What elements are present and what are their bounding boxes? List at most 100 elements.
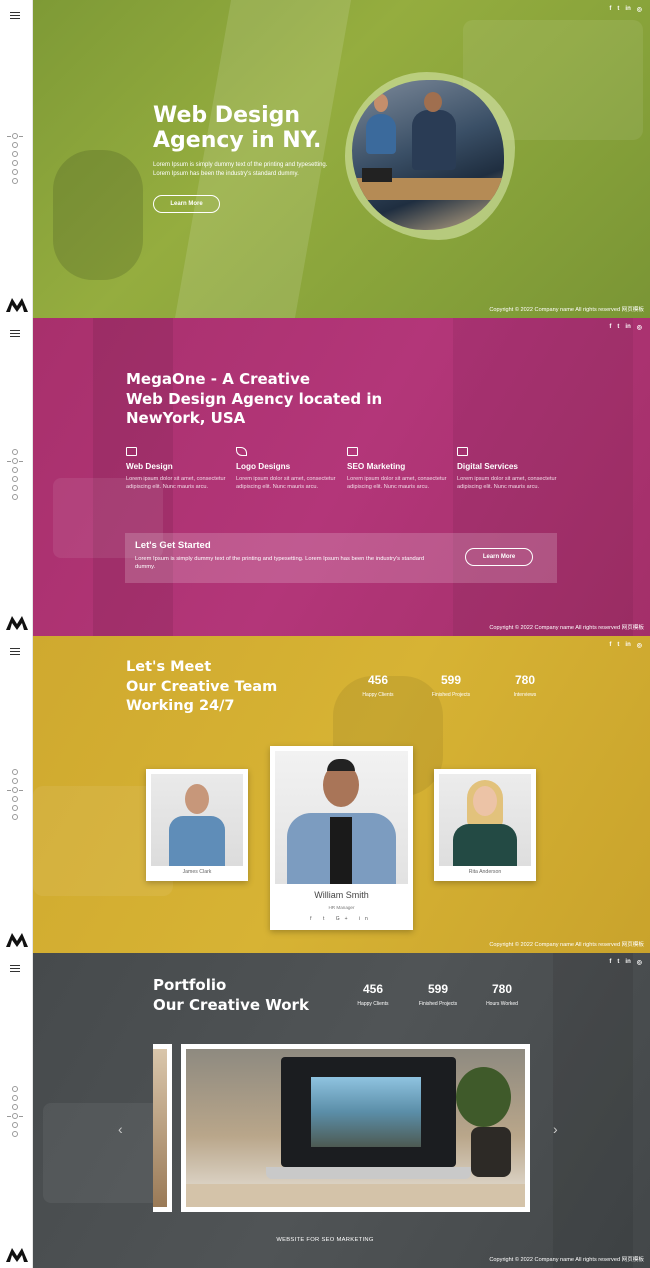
facebook-icon[interactable]: f — [609, 959, 611, 966]
service-digital-services: Digital Services Lorem ipsum dolor sit a… — [457, 447, 562, 491]
pagination-dot[interactable] — [12, 467, 18, 473]
social-links: f t in ◎ — [609, 959, 642, 966]
pagination-dot[interactable] — [12, 151, 18, 157]
pagination-dot[interactable] — [12, 142, 18, 148]
stat-label: Finished Projects — [418, 1001, 458, 1007]
learn-more-button[interactable]: Learn More — [465, 548, 533, 566]
instagram-icon[interactable]: ◎ — [637, 6, 642, 13]
learn-more-button[interactable]: Learn More — [153, 195, 220, 213]
prev-arrow-icon[interactable]: ‹ — [118, 1121, 123, 1137]
section-pagination — [7, 1083, 24, 1140]
pagination-dot[interactable] — [12, 1131, 18, 1137]
hero-section: f t in ◎ Web Design Agency in NY. Lorem … — [0, 0, 650, 318]
stat-label: Interviews — [513, 692, 537, 698]
instagram-icon[interactable]: ◎ — [637, 324, 642, 331]
service-seo-marketing: SEO Marketing Lorem ipsum dolor sit amet… — [347, 447, 452, 491]
linkedin-icon[interactable]: in — [625, 324, 630, 331]
linkedin-icon[interactable]: in — [625, 959, 630, 966]
copyright: Copyright © 2022 Company name All rights… — [489, 1257, 644, 1263]
team-photo — [352, 80, 504, 230]
pagination-dot[interactable] — [12, 178, 18, 184]
facebook-icon[interactable]: f — [609, 642, 611, 649]
social-links: f t in ◎ — [609, 324, 642, 331]
social-links: f t in ◎ — [609, 642, 642, 649]
brand-logo[interactable] — [6, 298, 28, 312]
portfolio-section: f t in ◎ Portfolio Our Creative Work 456… — [0, 953, 650, 1268]
service-logo-designs: Logo Designs Lorem ipsum dolor sit amet,… — [236, 447, 341, 491]
hero-text: Lorem Ipsum is simply dummy text of the … — [153, 162, 328, 177]
chat-icon — [457, 447, 468, 456]
laptop-icon — [126, 447, 137, 456]
pagination-dot[interactable] — [12, 796, 18, 802]
team-member-card[interactable]: Rita Anderson — [434, 769, 536, 881]
hero-background — [33, 0, 650, 318]
copyright: Copyright © 2022 Company name All rights… — [489, 942, 644, 948]
menu-icon[interactable] — [10, 330, 20, 337]
pen-icon — [236, 447, 247, 456]
portfolio-slide-prev[interactable] — [153, 1044, 172, 1212]
team-title: Let's Meet Our Creative Team Working 24/… — [126, 659, 278, 714]
member-social-icons[interactable]: f t G+ in — [270, 916, 413, 922]
pagination-dot[interactable] — [7, 133, 23, 139]
about-section: f t in ◎ MegaOne - A Creative Web Design… — [0, 318, 650, 636]
team-member-card[interactable]: James Clark — [146, 769, 248, 881]
pagination-dot[interactable] — [12, 160, 18, 166]
linkedin-icon[interactable]: in — [625, 6, 630, 13]
pagination-dot[interactable] — [7, 787, 23, 793]
section-pagination — [7, 766, 24, 823]
pagination-dot[interactable] — [12, 1122, 18, 1128]
twitter-icon[interactable]: t — [617, 642, 619, 649]
stat-value: 780 — [514, 673, 536, 687]
instagram-icon[interactable]: ◎ — [637, 642, 642, 649]
megaphone-icon — [347, 447, 358, 456]
twitter-icon[interactable]: t — [617, 324, 619, 331]
team-section: f t in ◎ Let's Meet Our Creative Team Wo… — [0, 636, 650, 953]
stat-value: 780 — [491, 982, 513, 996]
social-links: f t in ◎ — [609, 6, 642, 13]
service-web-design: Web Design Lorem ipsum dolor sit amet, c… — [126, 447, 231, 491]
section-pagination — [7, 446, 24, 503]
pagination-dot[interactable] — [12, 1095, 18, 1101]
member-photo — [439, 774, 531, 866]
pagination-dot[interactable] — [12, 1104, 18, 1110]
team-member-card-featured[interactable]: William Smith HR Manager f t G+ in — [270, 746, 413, 930]
pagination-dot[interactable] — [12, 805, 18, 811]
menu-icon[interactable] — [10, 12, 20, 19]
twitter-icon[interactable]: t — [617, 6, 619, 13]
portfolio-title: Portfolio Our Creative Work — [153, 976, 309, 1014]
instagram-icon[interactable]: ◎ — [637, 959, 642, 966]
member-photo — [151, 774, 243, 866]
menu-icon[interactable] — [10, 965, 20, 972]
brand-logo[interactable] — [6, 933, 28, 947]
next-arrow-icon[interactable]: › — [553, 1121, 558, 1137]
sidebar — [0, 0, 33, 318]
stat-value: 456 — [367, 673, 389, 687]
pagination-dot[interactable] — [12, 169, 18, 175]
pagination-dot[interactable] — [12, 769, 18, 775]
member-photo — [275, 751, 408, 884]
stat-value: 599 — [427, 982, 449, 996]
facebook-icon[interactable]: f — [609, 6, 611, 13]
linkedin-icon[interactable]: in — [625, 642, 630, 649]
pagination-dot[interactable] — [12, 485, 18, 491]
stat-label: Finished Projects — [431, 692, 471, 698]
sidebar — [0, 636, 33, 953]
pagination-dot[interactable] — [12, 494, 18, 500]
pagination-dot[interactable] — [7, 458, 23, 464]
menu-icon[interactable] — [10, 648, 20, 655]
facebook-icon[interactable]: f — [609, 324, 611, 331]
get-started-box: Let's Get Started Lorem Ipsum is simply … — [125, 533, 557, 583]
pagination-dot[interactable] — [12, 814, 18, 820]
portfolio-caption: WEBSITE FOR SEO MARKETING — [276, 1237, 374, 1243]
sidebar — [0, 318, 33, 636]
pagination-dot[interactable] — [12, 1086, 18, 1092]
twitter-icon[interactable]: t — [617, 959, 619, 966]
pagination-dot[interactable] — [12, 476, 18, 482]
pagination-dot[interactable] — [12, 449, 18, 455]
portfolio-slide-active[interactable] — [181, 1044, 530, 1212]
pagination-dot[interactable] — [7, 1113, 23, 1119]
brand-logo[interactable] — [6, 616, 28, 630]
copyright: Copyright © 2022 Company name All rights… — [489, 307, 644, 313]
pagination-dot[interactable] — [12, 778, 18, 784]
brand-logo[interactable] — [6, 1248, 28, 1262]
